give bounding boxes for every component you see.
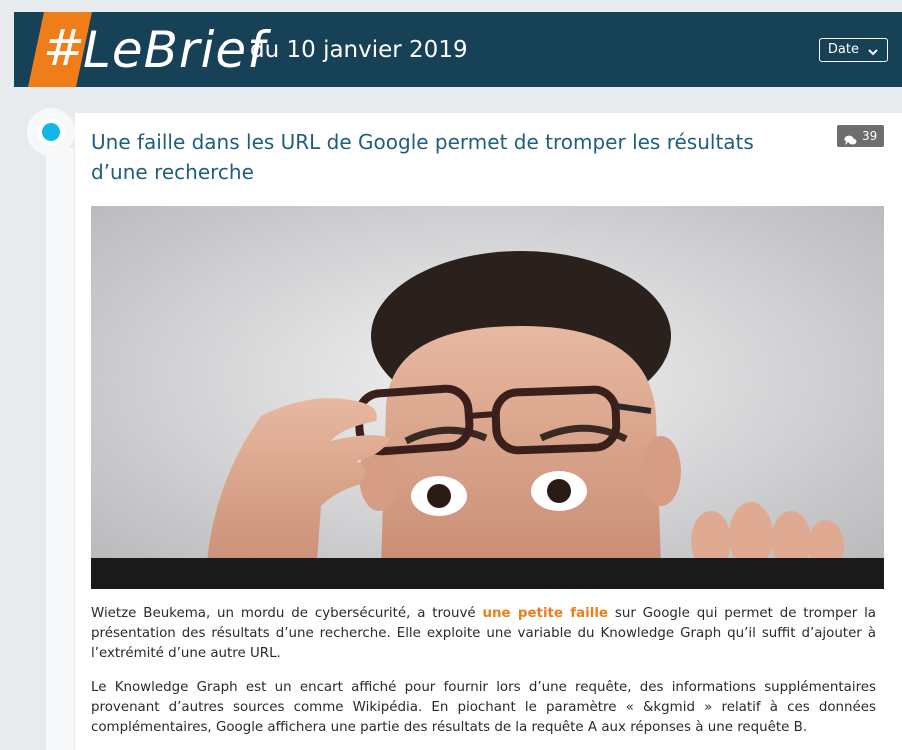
page: # LeBrief du 10 janvier 2019 Date Une fa… [0,0,902,750]
article-body: Wietze Beukema, un mordu de cybersécurit… [91,604,876,750]
article-card: Une faille dans les URL de Google permet… [75,113,902,750]
brand-logo-text[interactable]: LeBrief [83,20,266,80]
comments-icon [844,131,857,145]
chevron-down-icon [867,44,879,56]
site-header: # LeBrief du 10 janvier 2019 Date [14,12,902,87]
timeline-marker [27,108,75,156]
article-paragraph: Wietze Beukema, un mordu de cybersécurit… [91,606,877,661]
article-photo [91,206,884,589]
comment-count: 39 [862,129,878,143]
timeline-dot-icon [42,123,60,141]
date-dropdown-label: Date [827,42,859,57]
brief-date: du 10 janvier 2019 [250,37,468,63]
article-title[interactable]: Une faille dans les URL de Google permet… [91,127,771,187]
comment-count-badge[interactable]: 39 [837,125,885,147]
inline-link[interactable]: une petite faille [482,606,608,621]
date-dropdown-button[interactable]: Date [818,38,888,62]
timeline-rail [46,148,74,750]
article-paragraph: Le Knowledge Graph est un encart affiché… [91,680,876,735]
